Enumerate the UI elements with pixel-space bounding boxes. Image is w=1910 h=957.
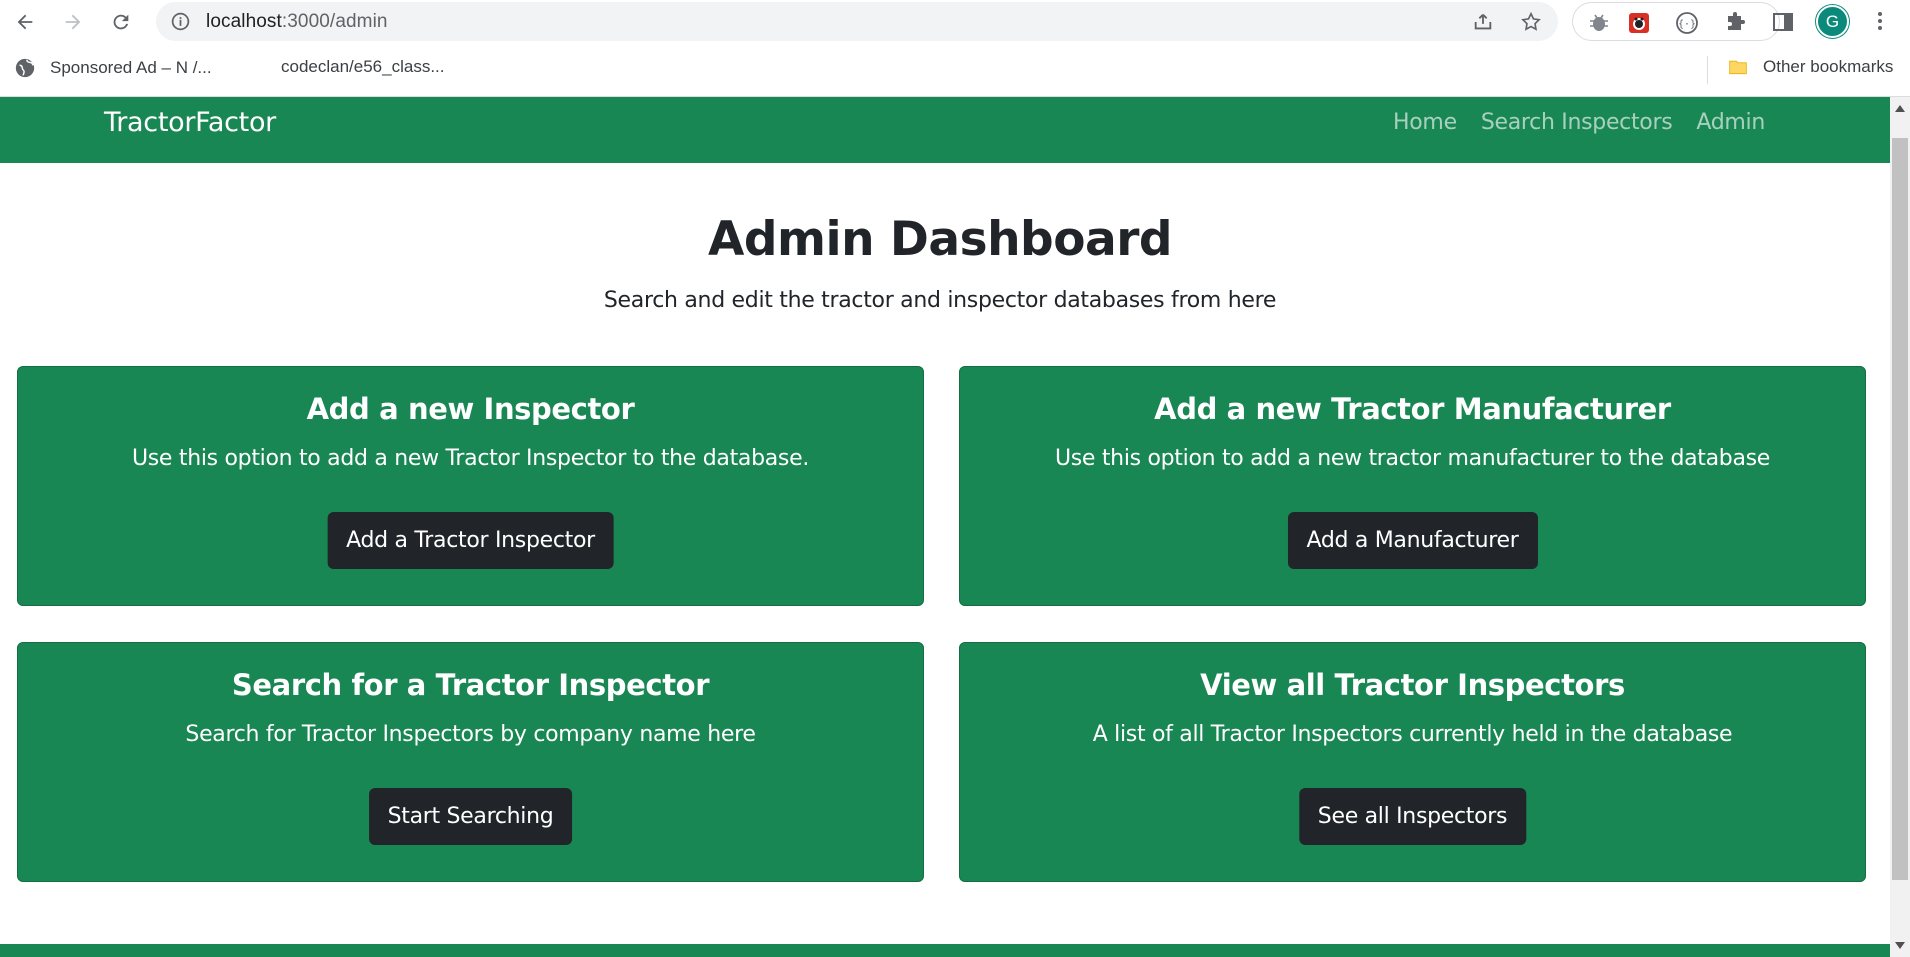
- address-bar[interactable]: localhost:3000/admin: [156, 2, 1558, 41]
- bookmark-star-icon[interactable]: [1520, 11, 1542, 33]
- site-footer: [0, 944, 1890, 957]
- add-manufacturer-button[interactable]: Add a Manufacturer: [1287, 512, 1538, 569]
- globe-icon: [15, 58, 35, 78]
- card-search-inspector: Search for a Tractor Inspector Search fo…: [17, 642, 924, 882]
- page-scrollbar[interactable]: [1890, 97, 1910, 957]
- forward-icon[interactable]: [58, 7, 88, 37]
- other-bookmarks[interactable]: Other bookmarks: [1728, 57, 1893, 77]
- page-subtitle: Search and edit the tractor and inspecto…: [603, 288, 1277, 313]
- card-view-inspectors: View all Tractor Inspectors A list of al…: [959, 642, 1866, 882]
- svg-text:{·}: {·}: [1678, 19, 1696, 30]
- card-text: Use this option to add a new tractor man…: [1054, 446, 1771, 471]
- page-title: Admin Dashboard: [707, 212, 1173, 267]
- card-add-inspector: Add a new Inspector Use this option to a…: [17, 366, 924, 606]
- bookmark-label: Sponsored Ad – N /...: [50, 58, 212, 77]
- bookmark-item[interactable]: Sponsored Ad – N /...: [14, 57, 212, 79]
- url-text: localhost:3000/admin: [206, 11, 388, 32]
- card-text: Search for Tractor Inspectors by company…: [185, 722, 756, 747]
- browser-toolbar: localhost:3000/admin {·} G: [0, 0, 1910, 43]
- card-text: A list of all Tractor Inspectors current…: [1092, 722, 1733, 747]
- card-title: Search for a Tractor Inspector: [231, 668, 710, 702]
- page-viewport: TractorFactor Home Search Inspectors Adm…: [0, 97, 1890, 957]
- scrollbar-thumb[interactable]: [1892, 138, 1908, 880]
- nav-links: Home Search Inspectors Admin: [1393, 110, 1765, 135]
- scroll-up-icon[interactable]: [1895, 105, 1905, 112]
- site-navbar: TractorFactor Home Search Inspectors Adm…: [0, 97, 1890, 163]
- add-tractor-inspector-button[interactable]: Add a Tractor Inspector: [327, 512, 614, 569]
- bookmark-item[interactable]: codeclan/e56_class...: [281, 57, 445, 77]
- braces-extension-icon[interactable]: {·}: [1675, 11, 1699, 35]
- card-title: View all Tractor Inspectors: [1200, 668, 1625, 702]
- nav-link-home[interactable]: Home: [1393, 110, 1457, 135]
- site-info-icon[interactable]: [170, 11, 191, 32]
- brand-logo-link[interactable]: TractorFactor: [104, 107, 276, 138]
- scroll-down-icon[interactable]: [1895, 942, 1905, 949]
- see-all-inspectors-button[interactable]: See all Inspectors: [1298, 788, 1527, 845]
- ladybug-extension-icon[interactable]: [1627, 11, 1651, 35]
- nav-link-search-inspectors[interactable]: Search Inspectors: [1481, 110, 1673, 135]
- bookmark-label: codeclan/e56_class...: [281, 57, 445, 76]
- reload-icon[interactable]: [106, 7, 136, 37]
- other-bookmarks-label: Other bookmarks: [1763, 57, 1894, 76]
- browser-menu-icon[interactable]: [1868, 9, 1892, 33]
- side-panel-icon[interactable]: [1771, 10, 1795, 34]
- start-searching-button[interactable]: Start Searching: [368, 788, 573, 845]
- nav-link-admin[interactable]: Admin: [1696, 110, 1765, 135]
- profile-avatar[interactable]: G: [1816, 5, 1849, 38]
- card-text: Use this option to add a new Tractor Ins…: [131, 446, 810, 471]
- share-icon[interactable]: [1472, 11, 1494, 33]
- card-title: Add a new Inspector: [306, 392, 635, 426]
- card-title: Add a new Tractor Manufacturer: [1154, 392, 1671, 426]
- bug-extension-icon[interactable]: [1587, 11, 1611, 35]
- bookmarks-divider: [1707, 56, 1708, 84]
- bookmarks-bar: Sponsored Ad – N /... codeclan/e56_class…: [0, 43, 1910, 97]
- folder-icon: [1729, 60, 1747, 75]
- card-add-manufacturer: Add a new Tractor Manufacturer Use this …: [959, 366, 1866, 606]
- extensions-group: {·}: [1572, 2, 1780, 41]
- back-icon[interactable]: [10, 7, 40, 37]
- extensions-puzzle-icon[interactable]: [1723, 11, 1747, 35]
